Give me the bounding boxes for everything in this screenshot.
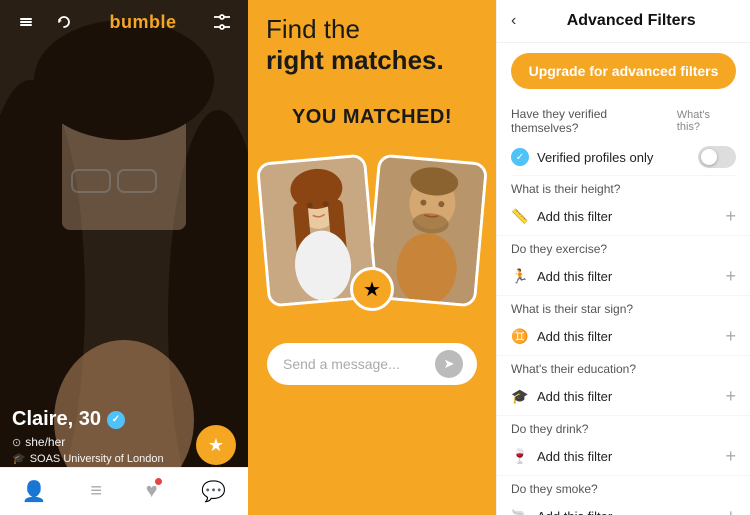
starsign-question: What is their star sign? [497,296,750,318]
verified-label: Verified profiles only [537,150,653,165]
back-button[interactable]: ‹ [511,12,516,30]
back-button[interactable] [12,8,40,36]
message-placeholder[interactable]: Send a message... [283,356,400,372]
education-question: What's their education? [497,356,750,378]
nav-messages[interactable]: 💬 [201,479,226,504]
exercise-filter-left: 🏃 Add this filter [511,268,612,285]
undo-button[interactable] [50,8,78,36]
smoke-icon: 🚬 [511,508,529,515]
filters-header: ‹ Advanced Filters [497,0,750,43]
verified-header: Have they verified themselves? What's th… [511,99,736,139]
smoke-add-icon[interactable]: + [725,506,736,515]
profile-name: Claire, 30 ✓ [12,408,236,431]
education-filter-left: 🎓 Add this filter [511,388,612,405]
filters-title: Advanced Filters [526,12,736,30]
filters-scroll: Have they verified themselves? What's th… [497,99,750,515]
bottom-navigation: 👤 ≡ ♥ 💬 [0,467,248,515]
education-add-icon[interactable]: + [725,386,736,407]
top-bar-left-icons [12,8,78,36]
education-icon: 🎓 [511,388,529,405]
starsign-icon: ♊ [511,328,529,345]
verified-section: Have they verified themselves? What's th… [497,99,750,176]
height-filter-label: Add this filter [537,209,612,224]
drink-add-icon[interactable]: + [725,446,736,467]
smoke-filter-left: 🚬 Add this filter [511,508,612,515]
app-logo: bumble [109,12,176,33]
pronouns-icon: ⊙ [12,436,21,449]
education-filter-row[interactable]: 🎓 Add this filter + [497,378,750,416]
height-icon: 📏 [511,208,529,225]
starsign-filter-label: Add this filter [537,329,612,344]
drink-filter-row[interactable]: 🍷 Add this filter + [497,438,750,476]
star-icon: ★ [208,435,224,456]
match-header: Find the right matches. [248,0,496,76]
match-panel: Find the right matches. YOU MATCHED! [248,0,496,515]
starsign-add-icon[interactable]: + [725,326,736,347]
matched-title: YOU MATCHED! [292,106,452,129]
starsign-filter-row[interactable]: ♊ Add this filter + [497,318,750,356]
education-filter-label: Add this filter [537,389,612,404]
top-bar: bumble [0,0,248,44]
verified-badge: ✓ [107,411,125,429]
drink-question: Do they drink? [497,416,750,438]
whats-this-link[interactable]: What's this? [677,109,736,133]
drink-filter-left: 🍷 Add this filter [511,448,612,465]
smoke-filter-row[interactable]: 🚬 Add this filter + [497,498,750,515]
verified-filter-left: ✓ Verified profiles only [511,148,653,166]
verified-filter-row: ✓ Verified profiles only [511,139,736,176]
starsign-filter-left: ♊ Add this filter [511,328,612,345]
exercise-icon: 🏃 [511,268,529,285]
filter-rows-container: What is their height? 📏 Add this filter … [497,176,750,515]
height-filter-left: 📏 Add this filter [511,208,612,225]
exercise-question: Do they exercise? [497,236,750,258]
send-icon: ➤ [444,356,455,372]
drink-filter-label: Add this filter [537,449,612,464]
smoke-filter-label: Add this filter [537,509,612,515]
find-text: Find the right matches. [266,14,496,76]
verified-shield-icon: ✓ [511,148,529,166]
profile-panel: bumble Claire, 30 ✓ ⊙ she/her 🎓 SOAS Uni… [0,0,248,515]
verified-toggle[interactable] [698,146,736,168]
likes-notification-dot [155,478,162,485]
nav-profile[interactable]: 👤 [22,479,47,504]
nav-likes[interactable]: ♥ [146,480,158,503]
toggle-knob [701,149,717,165]
exercise-add-icon[interactable]: + [725,266,736,287]
height-add-icon[interactable]: + [725,206,736,227]
height-filter-row[interactable]: 📏 Add this filter + [497,198,750,236]
favorite-button[interactable]: ★ [196,425,236,465]
message-box[interactable]: Send a message... ➤ [267,343,477,385]
verified-question: Have they verified themselves? [511,107,677,135]
drink-icon: 🍷 [511,448,529,465]
filters-panel: ‹ Advanced Filters Upgrade for advanced … [496,0,750,515]
exercise-filter-row[interactable]: 🏃 Add this filter + [497,258,750,296]
height-question: What is their height? [497,176,750,198]
university-icon: 🎓 [12,452,26,465]
filter-icon[interactable] [208,8,236,36]
match-photos: ★ [262,143,482,303]
send-button[interactable]: ➤ [435,350,463,378]
star-icon: ★ [363,277,381,302]
upgrade-button[interactable]: Upgrade for advanced filters [511,53,736,89]
nav-menu[interactable]: ≡ [90,480,102,503]
exercise-filter-label: Add this filter [537,269,612,284]
match-star-badge: ★ [350,267,394,311]
smoke-question: Do they smoke? [497,476,750,498]
